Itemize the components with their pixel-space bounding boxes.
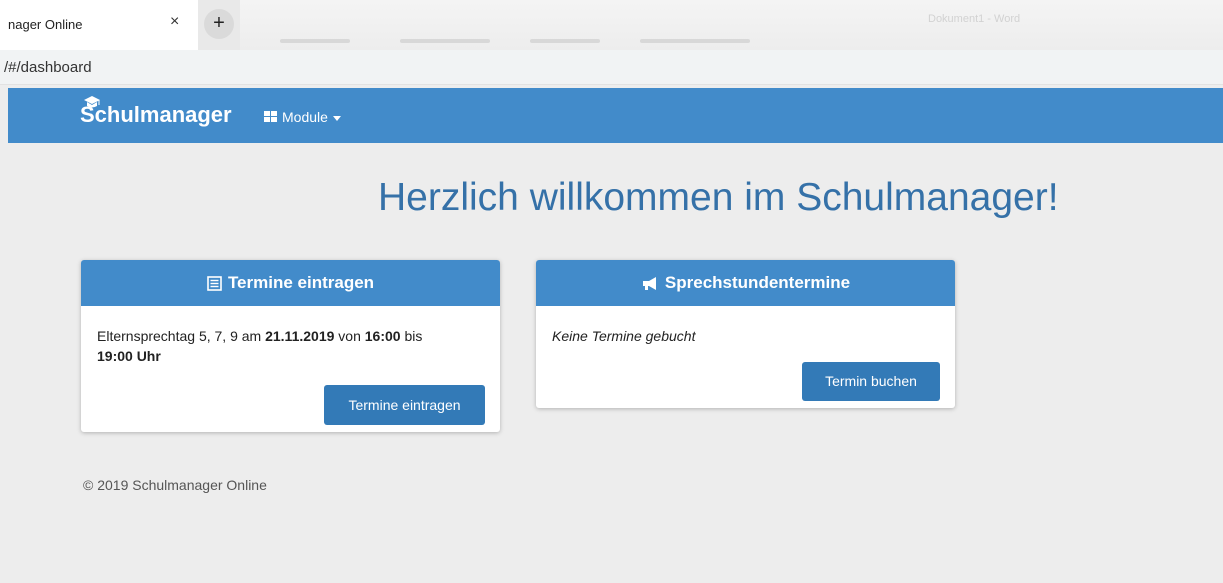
blurred-tab[interactable] bbox=[280, 39, 350, 43]
event-end-time: 19:00 Uhr bbox=[97, 348, 161, 364]
event-date: 21.11.2019 bbox=[265, 328, 335, 344]
card-header: Termine eintragen bbox=[81, 260, 500, 306]
module-menu-label: Module bbox=[282, 109, 328, 125]
url-text[interactable]: /#/dashboard bbox=[4, 59, 92, 76]
event-text: bis bbox=[400, 328, 423, 344]
blurred-tab[interactable] bbox=[640, 39, 750, 43]
caret-down-icon bbox=[332, 115, 341, 121]
footer-copyright: © 2019 Schulmanager Online bbox=[83, 477, 267, 493]
tab-close-icon[interactable]: × bbox=[170, 13, 179, 31]
new-tab-button[interactable]: + bbox=[204, 9, 234, 39]
blurred-tab[interactable] bbox=[400, 39, 490, 43]
event-start-time: 16:00 bbox=[364, 328, 401, 344]
browser-tab[interactable]: nager Online × bbox=[0, 0, 198, 50]
termine-eintragen-button[interactable]: Termine eintragen bbox=[324, 385, 485, 425]
event-text: von bbox=[334, 328, 365, 344]
no-appointments-text: Keine Termine gebucht bbox=[552, 328, 696, 344]
card-body: Keine Termine gebucht bbox=[536, 306, 955, 346]
tab-title: nager Online bbox=[8, 17, 83, 32]
brand-logo[interactable]: Schulmanager bbox=[80, 96, 232, 128]
event-text: Elternsprechtag 5, 7, 9 am bbox=[97, 328, 266, 344]
termin-buchen-button[interactable]: Termin buchen bbox=[802, 362, 940, 401]
app-navbar: Schulmanager Module bbox=[8, 88, 1223, 143]
page-title: Herzlich willkommen im Schulmanager! bbox=[378, 176, 1059, 219]
blurred-window-title: Dokument1 - Word bbox=[928, 13, 1021, 25]
card-header: Sprechstundentermine bbox=[536, 260, 955, 306]
card-termine-eintragen: Termine eintragen Elternsprechtag 5, 7, … bbox=[81, 260, 500, 432]
list-icon bbox=[207, 275, 222, 291]
card-body: Elternsprechtag 5, 7, 9 am 21.11.2019 vo… bbox=[81, 306, 500, 366]
module-menu-button[interactable]: Module bbox=[264, 109, 341, 125]
bullhorn-icon bbox=[641, 276, 659, 291]
blurred-tab[interactable] bbox=[530, 39, 600, 43]
card-sprechstundentermine: Sprechstundentermine Keine Termine gebuc… bbox=[536, 260, 955, 408]
card-title: Termine eintragen bbox=[227, 273, 375, 292]
browser-tabstrip: nager Online × + Dokument1 - Word bbox=[0, 0, 1223, 50]
brand-name: Schulmanager bbox=[80, 102, 232, 127]
address-bar[interactable]: /#/dashboard bbox=[0, 50, 1223, 85]
card-title: Sprechstundentermine bbox=[664, 273, 851, 292]
main-content: Herzlich willkommen im Schulmanager! Ter… bbox=[8, 143, 1223, 583]
background-tabs: Dokument1 - Word bbox=[240, 0, 1223, 50]
grid-icon bbox=[264, 111, 278, 123]
